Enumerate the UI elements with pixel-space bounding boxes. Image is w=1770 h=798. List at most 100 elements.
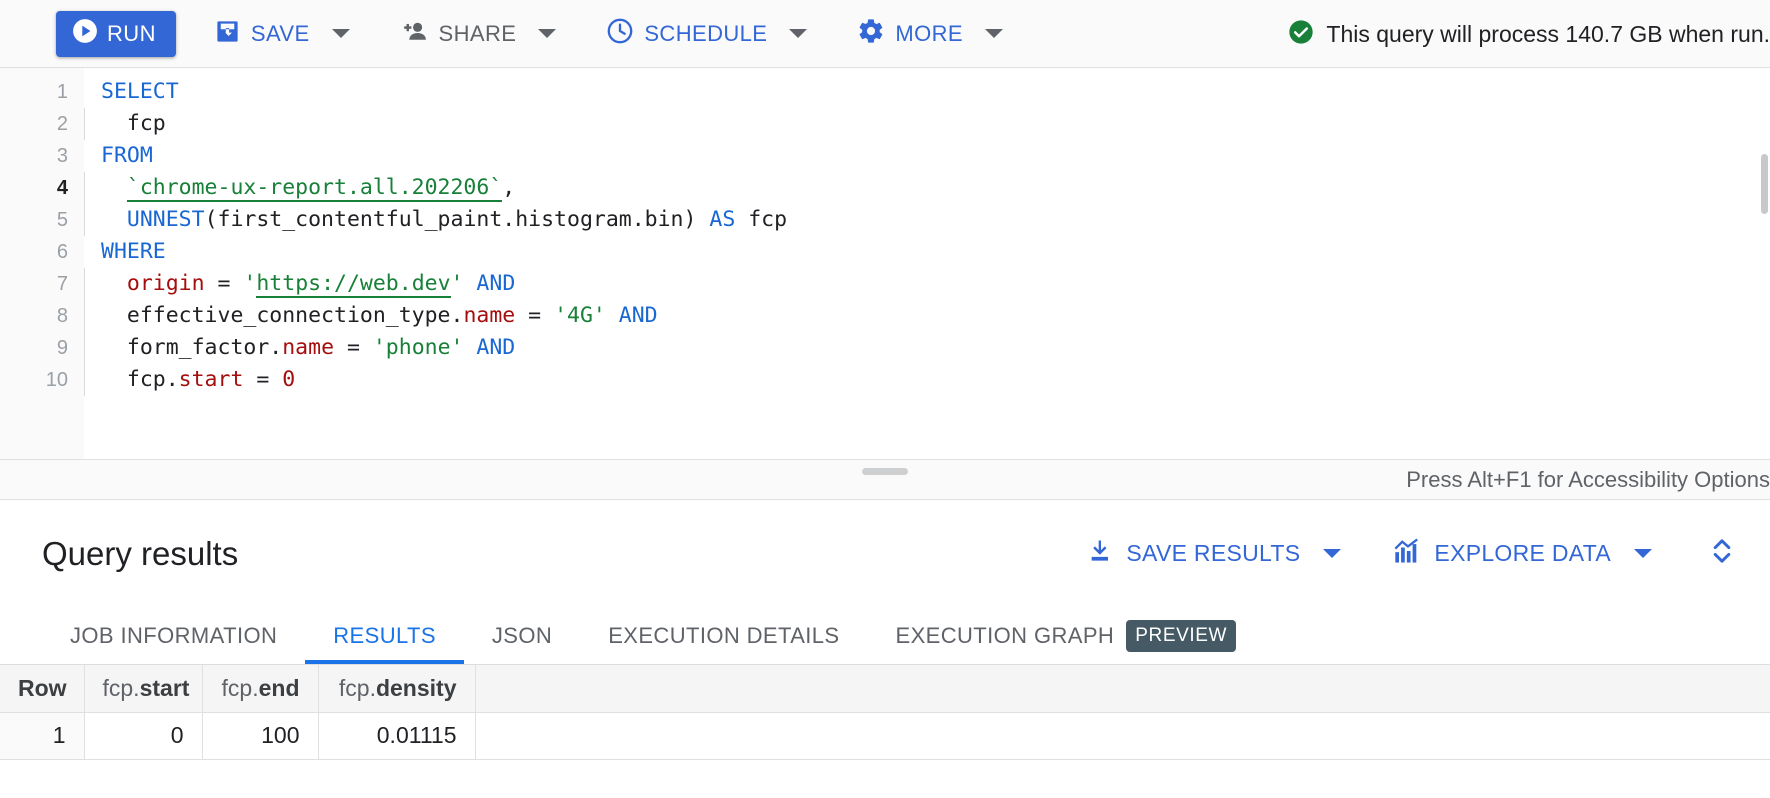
table-header-row: Row fcp.start fcp.end fcp.density xyxy=(0,665,1770,712)
code-text: WHERE xyxy=(85,236,166,268)
chevron-down-icon[interactable] xyxy=(538,29,556,38)
save-results-button[interactable]: SAVE RESULTS xyxy=(1073,529,1355,579)
accessibility-hint: Press Alt+F1 for Accessibility Options xyxy=(1406,467,1770,493)
tab-label: EXECUTION GRAPH xyxy=(896,623,1115,649)
query-cost-status: This query will process 140.7 GB when ru… xyxy=(1287,0,1770,68)
column-header-row[interactable]: Row xyxy=(0,665,84,712)
line-number: 4 xyxy=(0,172,84,204)
sql-operator: = xyxy=(515,303,554,328)
person-add-icon xyxy=(400,18,429,50)
line-number: 10 xyxy=(0,364,84,396)
more-button-label: MORE xyxy=(895,21,963,47)
code-line: 3 FROM xyxy=(0,140,1770,172)
save-button-label: SAVE xyxy=(251,21,310,47)
sql-alias: fcp xyxy=(735,207,787,232)
code-line: 8 effective_connection_type.name = '4G' … xyxy=(0,300,1770,332)
code-line: 9 form_factor.name = 'phone' AND xyxy=(0,332,1770,364)
code-text: `chrome-ux-report.all.202206`, xyxy=(85,172,515,204)
expand-collapse-button[interactable] xyxy=(1692,524,1752,584)
results-table: Row fcp.start fcp.end fcp.density 1 0 10… xyxy=(0,665,1770,760)
run-button[interactable]: RUN xyxy=(56,11,176,57)
column-header-prefix: fcp. xyxy=(103,675,140,701)
sql-keyword: AND xyxy=(463,335,515,360)
line-number: 6 xyxy=(0,236,84,268)
chevron-down-icon[interactable] xyxy=(1323,549,1341,558)
column-header-prefix: fcp. xyxy=(222,675,259,701)
sql-string: '4G' xyxy=(554,303,606,328)
sql-keyword: SELECT xyxy=(101,79,179,104)
cell-fcp-density: 0.01115 xyxy=(318,712,475,759)
cell-empty xyxy=(475,712,1770,759)
chevron-down-icon[interactable] xyxy=(332,29,350,38)
cell-row-index: 1 xyxy=(0,712,84,759)
preview-badge: PREVIEW xyxy=(1126,620,1236,652)
code-line: 1 SELECT xyxy=(0,76,1770,108)
tab-label: RESULTS xyxy=(333,623,436,649)
sql-code-area[interactable]: 1 SELECT 2 fcp 3 FROM 4 `chrome-ux-repor… xyxy=(0,68,1770,396)
table-row[interactable]: 1 0 100 0.01115 xyxy=(0,712,1770,759)
code-line: 10 fcp.start = 0 xyxy=(0,364,1770,396)
line-number: 1 xyxy=(0,76,84,108)
sql-operator: = xyxy=(205,271,244,296)
chevron-down-icon[interactable] xyxy=(985,29,1003,38)
sql-keyword: AND xyxy=(463,271,515,296)
code-line: 7 origin = 'https://web.dev' AND xyxy=(0,268,1770,300)
save-button[interactable]: SAVE xyxy=(202,11,362,57)
cell-fcp-start: 0 xyxy=(84,712,202,759)
query-toolbar: RUN SAVE SHARE xyxy=(0,0,1770,68)
sql-editor[interactable]: 1 SELECT 2 fcp 3 FROM 4 `chrome-ux-repor… xyxy=(0,68,1770,460)
tab-json[interactable]: JSON xyxy=(464,607,580,664)
explore-data-button[interactable]: EXPLORE DATA xyxy=(1379,529,1666,579)
tab-label: JOB INFORMATION xyxy=(70,623,277,649)
chevron-down-icon[interactable] xyxy=(789,29,807,38)
schedule-button-label: SCHEDULE xyxy=(644,21,767,47)
sql-field: name xyxy=(463,303,515,328)
page-title: Query results xyxy=(42,535,238,573)
download-icon xyxy=(1087,537,1115,570)
sql-keyword: FROM xyxy=(101,143,153,168)
code-line: 6 WHERE xyxy=(0,236,1770,268)
sql-number: 0 xyxy=(282,367,295,392)
share-button-label: SHARE xyxy=(439,21,517,47)
tab-execution-details[interactable]: EXECUTION DETAILS xyxy=(580,607,867,664)
explore-data-label: EXPLORE DATA xyxy=(1434,540,1611,567)
sql-punct: , xyxy=(502,175,515,200)
code-text: UNNEST(first_contentful_paint.histogram.… xyxy=(85,204,787,236)
code-text: fcp.start = 0 xyxy=(85,364,295,396)
tab-label: EXECUTION DETAILS xyxy=(608,623,839,649)
column-header-fcp-start[interactable]: fcp.start xyxy=(84,665,202,712)
tab-job-information[interactable]: JOB INFORMATION xyxy=(42,607,305,664)
editor-resize-bar[interactable]: Press Alt+F1 for Accessibility Options xyxy=(0,460,1770,500)
url-link[interactable]: https://web.dev xyxy=(256,271,450,298)
sql-operator: = xyxy=(334,335,373,360)
sql-keyword: WHERE xyxy=(101,239,166,264)
run-button-label: RUN xyxy=(107,21,156,47)
share-button[interactable]: SHARE xyxy=(388,11,569,57)
column-header-fcp-end[interactable]: fcp.end xyxy=(202,665,318,712)
drag-handle[interactable] xyxy=(862,468,908,475)
tab-results[interactable]: RESULTS xyxy=(305,607,464,664)
line-number: 7 xyxy=(0,268,84,300)
check-circle-icon xyxy=(1287,18,1315,51)
sql-field: origin xyxy=(127,271,205,296)
sql-keyword: AS xyxy=(709,207,735,232)
code-text: fcp xyxy=(85,108,166,140)
column-header-prefix: fcp. xyxy=(339,675,376,701)
column-header-fcp-density[interactable]: fcp.density xyxy=(318,665,475,712)
chevron-down-icon[interactable] xyxy=(1634,549,1652,558)
more-button[interactable]: MORE xyxy=(845,11,1015,57)
clock-icon xyxy=(606,17,634,50)
sql-string: 'phone' xyxy=(373,335,464,360)
sql-keyword: AND xyxy=(606,303,658,328)
sql-quote: ' xyxy=(451,271,464,296)
bigquery-query-editor-page: RUN SAVE SHARE xyxy=(0,0,1770,798)
sql-function: UNNEST xyxy=(127,207,205,232)
table-reference-link[interactable]: `chrome-ux-report.all.202206` xyxy=(127,175,502,202)
column-header-label: end xyxy=(259,675,300,701)
tab-label: JSON xyxy=(492,623,552,649)
schedule-button[interactable]: SCHEDULE xyxy=(594,11,819,57)
sql-identifier: form_factor. xyxy=(127,335,282,360)
column-header-label: Row xyxy=(18,675,67,701)
tab-execution-graph[interactable]: EXECUTION GRAPH PREVIEW xyxy=(868,607,1265,664)
line-number: 3 xyxy=(0,140,84,172)
